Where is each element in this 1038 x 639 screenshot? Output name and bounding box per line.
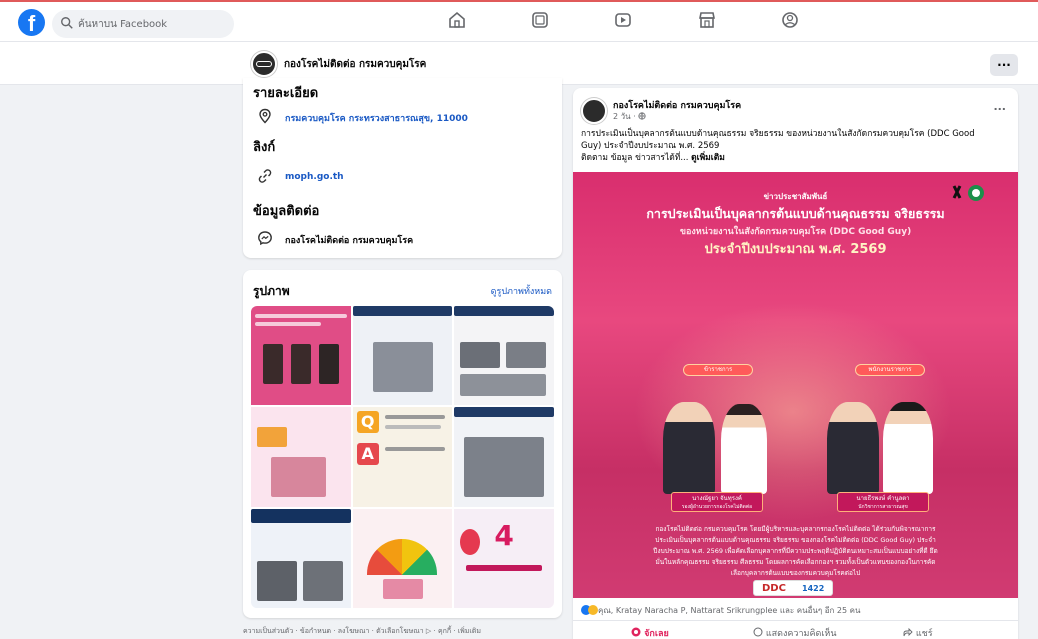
post-card: กองโรคไม่ติดต่อ กรมควบคุมโรค 2 วัน · ...… [573, 88, 1018, 639]
intro-card: รายละเอียด กรมควบคุมโรค กระทรวงสาธารณสุข… [243, 78, 562, 258]
person-figure [827, 402, 879, 494]
video-icon[interactable] [613, 10, 633, 30]
address-link[interactable]: กรมควบคุมโรค กระทรวงสาธารณสุข, 11000 [285, 111, 468, 125]
heart-icon [631, 627, 641, 637]
nominee-left-label: นางณัฐยา จันทุรงค์ รองผู้อำนวยการกองโรคไม… [671, 492, 763, 512]
page-avatar[interactable] [251, 51, 277, 77]
poster-body-text: กองโรคไม่ติดต่อ กรมควบคุมโรค โดยมีผู้บริ… [653, 525, 938, 577]
top-navigation-bar: f ค้นหาบน Facebook [0, 0, 1038, 42]
photo-thumb[interactable]: Q A [352, 407, 453, 507]
photo-thumb[interactable] [352, 508, 453, 608]
search-icon [61, 17, 73, 29]
messenger-contact[interactable]: กองโรคไม่ติดต่อ กรมควบคุมโรค [285, 233, 413, 247]
category-pill-staff: พนักงานราชการ [855, 364, 925, 376]
support-button[interactable]: จักเลย [631, 626, 669, 639]
location-icon [259, 108, 271, 124]
photo-thumb[interactable] [251, 508, 351, 608]
photo-thumb[interactable] [251, 407, 351, 507]
globe-icon [638, 112, 646, 120]
post-timestamp[interactable]: 2 วัน · [613, 110, 646, 123]
share-icon [903, 627, 913, 637]
person-figure [721, 404, 767, 494]
search-box[interactable]: ค้นหาบน Facebook [52, 10, 234, 38]
gaming-icon[interactable] [780, 10, 800, 30]
see-all-photos-link[interactable]: ดูรูปภาพทั้งหมด [491, 284, 552, 298]
see-more-link[interactable]: ดูเพิ่มเติม [691, 153, 725, 163]
photo-grid: Q A 4 [251, 306, 554, 608]
poster-title-1: การประเมินเป็นบุคลากรต้นแบบด้านคุณธรรม จ… [646, 206, 945, 221]
photo-thumb[interactable] [352, 306, 453, 406]
link-icon [258, 169, 272, 183]
poster-title-2: ของหน่วยงานในสังกัดกรมควบคุมโรค (DDC Goo… [679, 227, 912, 237]
poster-title-3: ประจำปีงบประมาณ พ.ศ. 2569 [704, 242, 887, 257]
pages-icon[interactable] [530, 10, 550, 30]
post-options-button[interactable]: ... [993, 100, 1006, 113]
photo-thumb[interactable] [454, 306, 554, 406]
details-title: รายละเอียด [253, 86, 319, 101]
reaction-summary[interactable]: คุณ, Kratay Naracha P, Nattarat Srikrung… [581, 604, 860, 617]
home-icon[interactable] [447, 10, 467, 30]
post-image[interactable]: ข่าวประชาสัมพันธ์ การประเมินเป็นบุคลากรต… [573, 172, 1018, 598]
photo-thumb[interactable]: 4 [454, 508, 554, 608]
page-name[interactable]: กองโรคไม่ติดต่อ กรมควบคุมโรค [284, 57, 426, 72]
marketplace-icon[interactable] [697, 10, 717, 30]
contact-title: ข้อมูลติดต่อ [253, 204, 320, 219]
poster-kicker: ข่าวประชาสัมพันธ์ [763, 192, 828, 201]
post-caption: การประเมินเป็นบุคลากรต้นแบบด้านคุณธรรม จ… [581, 129, 975, 163]
care-reaction-icon [588, 604, 598, 615]
page-more-button[interactable]: ... [990, 54, 1018, 76]
share-button[interactable]: แชร์ [903, 626, 933, 639]
messenger-icon [258, 231, 272, 246]
comment-icon [753, 627, 763, 637]
poster-logo-strip: DDC 1422 [753, 580, 833, 596]
photo-thumb[interactable] [251, 306, 351, 406]
person-figure [883, 402, 933, 494]
photos-card: รูปภาพ ดูรูปภาพทั้งหมด Q A 4 [243, 270, 562, 618]
top-accent-line [0, 0, 1038, 2]
search-input[interactable]: ค้นหาบน Facebook [78, 17, 167, 32]
website-link[interactable]: moph.go.th [285, 172, 344, 182]
facebook-logo[interactable]: f [18, 9, 45, 36]
category-pill-officer: ข้าราชการ [683, 364, 753, 376]
post-actions-bar: จักเลย แสดงความคิดเห็น แชร์ [573, 620, 1018, 639]
links-title: ลิงก์ [253, 140, 276, 155]
post-author-avatar[interactable] [581, 98, 607, 124]
comment-button[interactable]: แสดงความคิดเห็น [753, 626, 837, 639]
photos-title: รูปภาพ [253, 284, 290, 298]
nominee-right-label: นายธีรพงษ์ คำนูลตา นักวิชาการสาธารณสุข [837, 492, 929, 512]
footer-links[interactable]: ความเป็นส่วนตัว · ข้อกำหนด · ลงโฆษณา · ต… [243, 626, 481, 637]
photo-thumb[interactable] [454, 407, 554, 507]
person-figure [663, 402, 715, 494]
